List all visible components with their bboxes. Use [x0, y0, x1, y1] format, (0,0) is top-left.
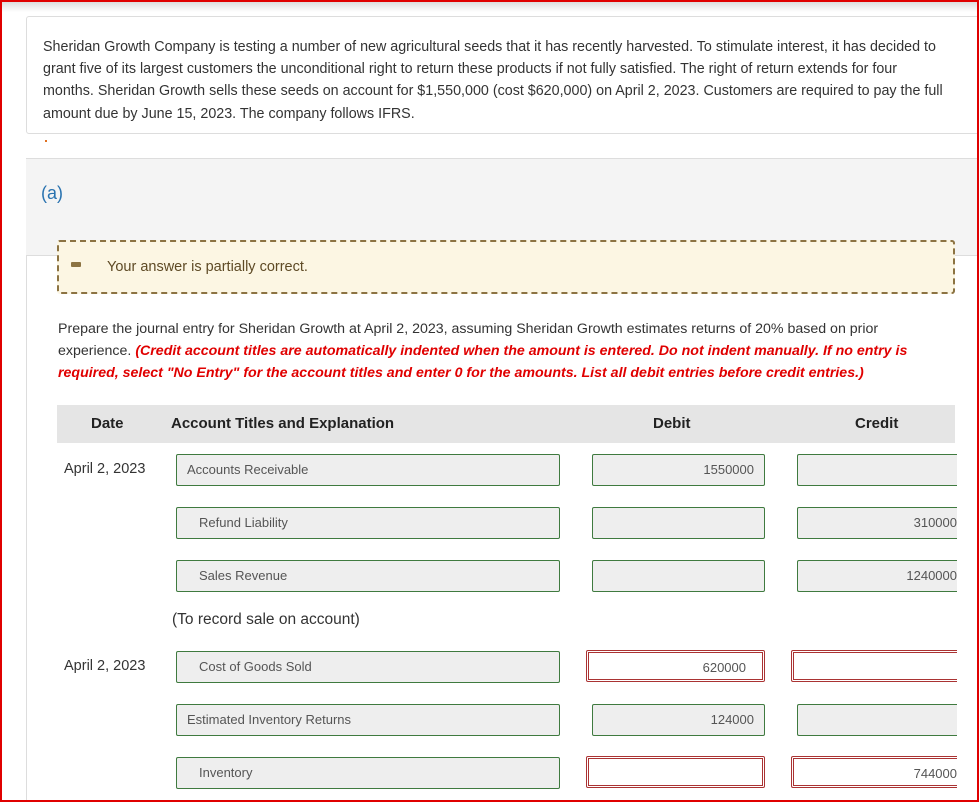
debit-input[interactable]: 620000 [586, 650, 765, 682]
debit-input[interactable] [592, 507, 765, 539]
credit-input[interactable]: 310000 [797, 507, 957, 539]
credit-input[interactable] [797, 704, 957, 736]
entry-date: April 2, 2023 [64, 658, 146, 674]
debit-input[interactable] [592, 560, 765, 592]
credit-input[interactable]: 744000 [791, 756, 957, 788]
account-title-input[interactable]: Cost of Goods Sold [176, 651, 560, 683]
header-credit: Credit [855, 415, 899, 432]
account-title-input[interactable]: Sales Revenue [176, 560, 560, 592]
problem-text: Sheridan Growth Company is testing a num… [43, 39, 943, 122]
entry-date: April 2, 2023 [64, 461, 146, 477]
feedback-banner: Your answer is partially correct. [57, 240, 955, 294]
debit-input[interactable]: 124000 [592, 704, 765, 736]
account-title-input[interactable]: Inventory [176, 757, 560, 789]
part-label: (a) [41, 183, 63, 203]
credit-input[interactable] [797, 454, 957, 486]
header-debit: Debit [653, 415, 691, 432]
credit-input[interactable]: 1240000 [797, 560, 957, 592]
minus-icon [71, 262, 81, 267]
entry-explanation: (To record sale on account) [172, 611, 360, 628]
account-title-input[interactable]: Refund Liability [176, 507, 560, 539]
problem-statement-card: Sheridan Growth Company is testing a num… [26, 16, 979, 134]
top-shadow [2, 2, 977, 12]
required-marker [45, 140, 47, 142]
account-title-input[interactable]: Estimated Inventory Returns [176, 704, 560, 736]
journal-table-header: Date Account Titles and Explanation Debi… [57, 405, 955, 443]
feedback-message: Your answer is partially correct. [107, 259, 308, 275]
instructions-note: (Credit account titles are automatically… [58, 343, 908, 381]
debit-input[interactable] [586, 756, 765, 788]
debit-input[interactable]: 1550000 [592, 454, 765, 486]
credit-input[interactable] [791, 650, 957, 682]
header-account: Account Titles and Explanation [171, 415, 395, 432]
header-date: Date [91, 415, 124, 432]
instructions: Prepare the journal entry for Sheridan G… [58, 318, 938, 384]
account-title-input[interactable]: Accounts Receivable [176, 454, 560, 486]
